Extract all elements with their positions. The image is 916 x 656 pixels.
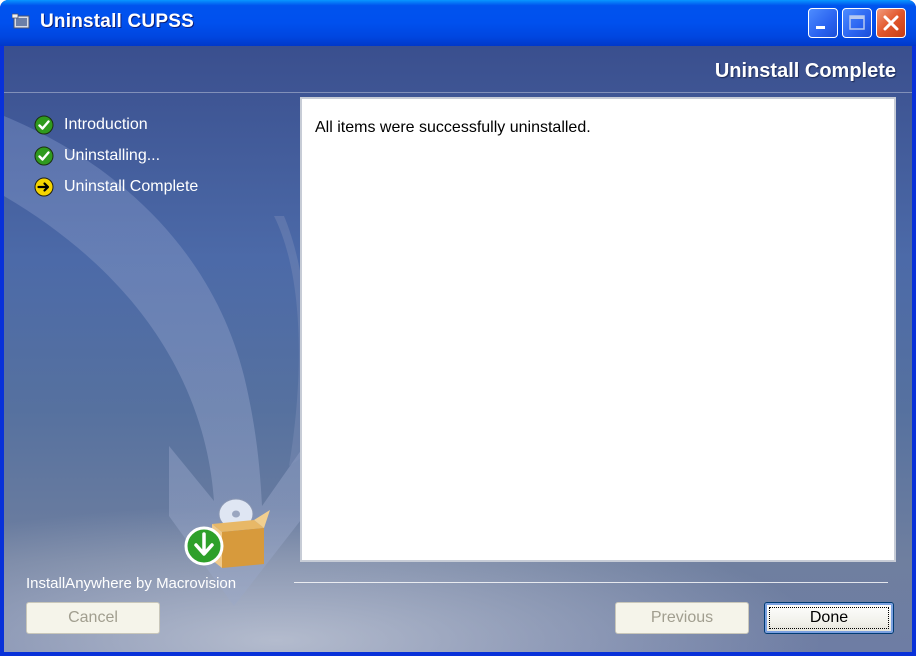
step-uninstall-complete: Uninstall Complete [34,176,198,207]
brand-label: InstallAnywhere by Macrovision [26,575,237,592]
check-circle-icon [34,146,54,166]
check-circle-icon [34,115,54,135]
close-icon [883,15,899,31]
maximize-button[interactable] [842,8,872,38]
minimize-icon [816,26,825,29]
completion-message: All items were successfully uninstalled. [315,119,591,136]
close-button[interactable] [876,8,906,38]
step-label: Uninstall Complete [64,178,199,195]
step-list: Introduction Uninstalling... Uninstall C… [34,114,198,207]
box-with-disc-icon [184,498,270,573]
installer-window: Uninstall CUPSS Uninstall Complete Intro… [0,0,916,656]
done-button[interactable]: Done [764,602,894,634]
footer-divider [294,582,888,583]
step-label: Introduction [64,116,148,133]
step-uninstalling: Uninstalling... [34,145,198,176]
header-divider [4,92,912,93]
previous-button[interactable]: Previous [615,602,749,634]
maximize-icon [849,15,865,30]
window-frame-bottom [4,652,912,656]
step-label: Uninstalling... [64,147,161,164]
installer-body: Uninstall Complete Introduction Uninstal… [4,46,912,652]
title-bar[interactable]: Uninstall CUPSS [0,0,916,46]
arrow-right-circle-icon [34,177,54,197]
installer-icon [11,12,32,32]
cancel-button[interactable]: Cancel [26,602,160,634]
step-introduction: Introduction [34,114,198,145]
page-header: Uninstall Complete [714,60,896,82]
window-title: Uninstall CUPSS [40,11,194,32]
focus-rectangle [769,607,889,629]
content-panel: All items were successfully uninstalled. [300,97,896,562]
minimize-button[interactable] [808,8,838,38]
